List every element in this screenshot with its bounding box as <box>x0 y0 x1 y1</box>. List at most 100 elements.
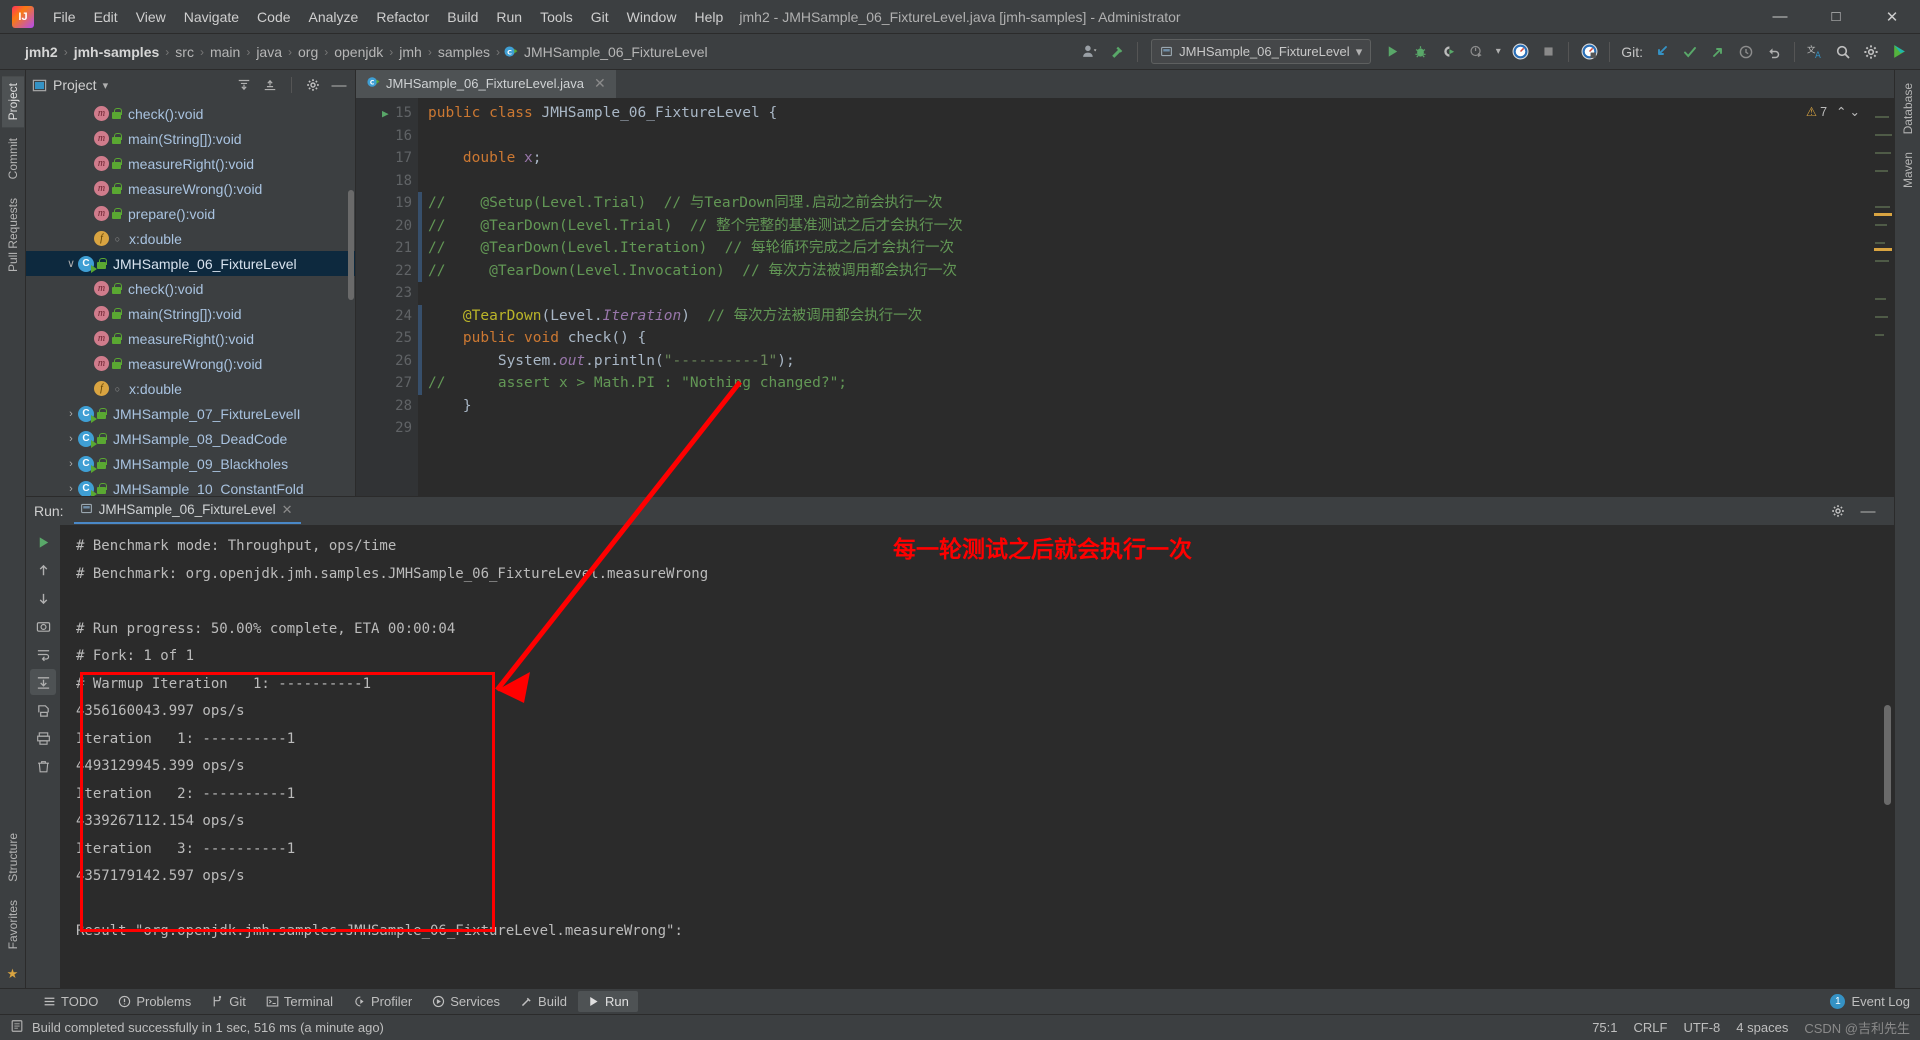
collapse-all-icon[interactable] <box>260 75 280 95</box>
gutter-line[interactable]: 22⊖ <box>356 260 418 283</box>
caret-position[interactable]: 75:1 <box>1592 1020 1617 1035</box>
gutter-line[interactable]: 15▶ <box>356 102 418 125</box>
editor-gutter[interactable]: 15▶16171819⊖202122⊖232425⊖262728⊖29 <box>356 98 418 496</box>
gear-icon[interactable] <box>1858 39 1884 65</box>
project-gear-icon[interactable] <box>303 75 323 95</box>
menu-item-navigate[interactable]: Navigate <box>175 5 248 29</box>
close-button[interactable]: ✕ <box>1864 0 1920 34</box>
breadcrumb-item-src[interactable]: src <box>172 44 197 60</box>
gutter-line[interactable]: 28⊖ <box>356 395 418 418</box>
tree-row[interactable]: f○x:double <box>26 376 355 401</box>
tool-window-build[interactable]: Build <box>511 991 576 1012</box>
stop-button[interactable] <box>1535 39 1561 65</box>
code-line[interactable]: System.out.println("----------1"); <box>418 350 1872 373</box>
chevron-down-icon[interactable]: ▾ <box>1356 44 1363 60</box>
tool-window-run[interactable]: Run <box>578 991 638 1012</box>
gutter-line[interactable]: 25⊖ <box>356 327 418 350</box>
tree-row[interactable]: mmeasureRight():void <box>26 326 355 351</box>
rerun-icon[interactable] <box>30 529 56 555</box>
code-line[interactable]: // @TearDown(Level.Trial) // 整个完整的基准测试之后… <box>418 215 1872 238</box>
run-settings-gear-icon[interactable] <box>1828 501 1848 521</box>
minimize-button[interactable]: — <box>1752 0 1808 34</box>
run-button[interactable] <box>1379 39 1405 65</box>
soft-wrap-icon[interactable] <box>30 641 56 667</box>
menu-item-git[interactable]: Git <box>582 5 618 29</box>
menu-item-edit[interactable]: Edit <box>85 5 127 29</box>
file-encoding[interactable]: UTF-8 <box>1683 1020 1720 1035</box>
next-problem-icon[interactable]: ⌄ <box>1850 104 1860 119</box>
trash-icon[interactable] <box>30 753 56 779</box>
git-history-icon[interactable] <box>1733 39 1759 65</box>
search-icon[interactable] <box>1830 39 1856 65</box>
print-icon[interactable] <box>30 725 56 751</box>
menu-item-build[interactable]: Build <box>438 5 487 29</box>
debug-button[interactable] <box>1407 39 1433 65</box>
menu-item-view[interactable]: View <box>127 5 175 29</box>
chevron-right-icon[interactable]: › <box>64 433 78 445</box>
tree-row[interactable]: ›CJMHSample_09_Blackholes <box>26 451 355 476</box>
inspection-status-badge[interactable]: ⚠ 7 ⌃ ⌄ <box>1806 104 1860 119</box>
code-line[interactable]: // assert x > Math.PI : "Nothing changed… <box>418 372 1872 395</box>
project-tree[interactable]: mcheck():voidmmain(String[]):voidmmeasur… <box>26 100 355 496</box>
gutter-line[interactable]: 20 <box>356 215 418 238</box>
tree-row[interactable]: mmain(String[]):void <box>26 126 355 151</box>
ide-assistant-icon[interactable] <box>1886 39 1912 65</box>
git-push-icon[interactable] <box>1705 39 1731 65</box>
profile-user-icon[interactable] <box>1076 39 1102 65</box>
git-commit-icon[interactable] <box>1677 39 1703 65</box>
sidebar-item-structure[interactable]: Structure <box>2 826 24 889</box>
sidebar-item-pull-requests[interactable]: Pull Requests <box>2 191 24 279</box>
project-tree-scrollbar-thumb[interactable] <box>348 190 354 300</box>
code-line[interactable]: // @TearDown(Level.Iteration) // 每轮循环完成之… <box>418 237 1872 260</box>
gutter-line[interactable]: 24 <box>356 305 418 328</box>
code-line[interactable]: @TearDown(Level.Iteration) // 每次方法被调用都会执… <box>418 305 1872 328</box>
code-line[interactable]: // @TearDown(Level.Invocation) // 每次方法被调… <box>418 260 1872 283</box>
prev-problem-icon[interactable]: ⌃ <box>1836 104 1846 119</box>
git-update-icon[interactable] <box>1649 39 1675 65</box>
code-line[interactable]: // @Setup(Level.Trial) // 与TearDown同理.启动… <box>418 192 1872 215</box>
profile-run-button[interactable] <box>1463 39 1489 65</box>
menu-item-tools[interactable]: Tools <box>531 5 582 29</box>
code-line[interactable]: } <box>418 395 1872 418</box>
line-separator[interactable]: CRLF <box>1634 1020 1668 1035</box>
change-marker[interactable] <box>418 192 422 282</box>
gutter-line[interactable]: 29 <box>356 417 418 440</box>
gutter-line[interactable]: 18 <box>356 170 418 193</box>
translate-icon[interactable]: 文A <box>1802 39 1828 65</box>
run-tab-jmhsample06[interactable]: JMHSample_06_FixtureLevel ✕ <box>74 499 301 524</box>
run-with-coverage-button[interactable] <box>1435 39 1461 65</box>
close-icon[interactable]: ✕ <box>594 75 606 92</box>
scroll-to-end-icon[interactable] <box>30 669 56 695</box>
sidebar-item-commit[interactable]: Commit <box>2 131 24 186</box>
tool-window-terminal[interactable]: Terminal <box>257 991 342 1012</box>
profiler-snapshot-icon[interactable] <box>1576 39 1602 65</box>
breadcrumb-item-main[interactable]: main <box>207 44 243 60</box>
tool-window-problems[interactable]: Problems <box>109 991 200 1012</box>
event-log-button[interactable]: 1Event Log <box>1830 994 1910 1009</box>
console-output[interactable]: # Benchmark mode: Throughput, ops/time# … <box>60 525 1894 988</box>
export-icon[interactable] <box>30 697 56 723</box>
tree-row-selected[interactable]: ∨CJMHSample_06_FixtureLevel <box>26 251 355 276</box>
menu-item-window[interactable]: Window <box>618 5 686 29</box>
chevron-right-icon[interactable]: › <box>64 408 78 420</box>
code-content[interactable]: public class JMHSample_06_FixtureLevel {… <box>418 98 1872 496</box>
breadcrumb-item-jmh2[interactable]: jmh2 <box>22 44 61 60</box>
code-line[interactable] <box>418 282 1872 305</box>
project-pane-chevron-down-icon[interactable]: ▾ <box>103 79 109 92</box>
tree-row[interactable]: mmain(String[]):void <box>26 301 355 326</box>
chevron-down-icon[interactable]: ∨ <box>64 257 78 270</box>
breadcrumb-item-jmh[interactable]: jmh <box>396 44 425 60</box>
hide-run-panel-icon[interactable]: — <box>1858 501 1878 521</box>
menu-item-code[interactable]: Code <box>248 5 299 29</box>
tool-window-services[interactable]: Services <box>423 991 509 1012</box>
breadcrumb-item-jmh-samples[interactable]: jmh-samples <box>71 44 163 60</box>
editor-body[interactable]: 15▶16171819⊖202122⊖232425⊖262728⊖29 publ… <box>356 98 1894 496</box>
menu-item-refactor[interactable]: Refactor <box>367 5 438 29</box>
tree-row[interactable]: ›CJMHSample_08_DeadCode <box>26 426 355 451</box>
gutter-line[interactable]: 19⊖ <box>356 192 418 215</box>
code-line[interactable] <box>418 417 1872 440</box>
tree-row[interactable]: f○x:double <box>26 226 355 251</box>
gutter-line[interactable]: 21 <box>356 237 418 260</box>
expand-all-icon[interactable] <box>234 75 254 95</box>
gutter-line[interactable]: 17 <box>356 147 418 170</box>
